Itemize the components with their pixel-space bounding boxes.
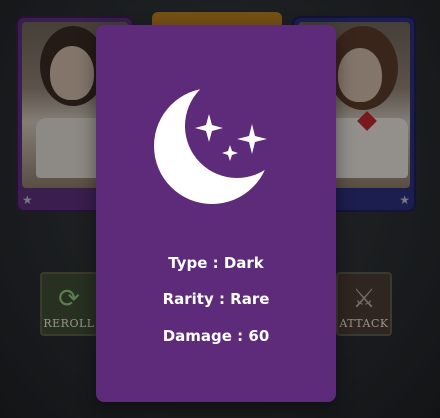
card-detail-popup[interactable]: Type : Dark Rarity : Rare Damage : 60 bbox=[96, 25, 336, 402]
star-icon: ★ bbox=[399, 193, 410, 207]
crossed-swords-icon: ⚔ bbox=[352, 284, 376, 314]
game-board: ★ ★ ⟳ REROLL ⚔ ATTACK Type: Dark Rarity… bbox=[0, 0, 440, 418]
attack-button[interactable]: ⚔ ATTACK bbox=[336, 272, 392, 336]
card-type-text: Type : Dark bbox=[168, 254, 264, 272]
card-damage-text: Damage : 60 bbox=[162, 327, 270, 345]
star-icon: ★ bbox=[22, 193, 33, 207]
reroll-icon: ⟳ bbox=[58, 284, 80, 314]
reroll-button[interactable]: ⟳ REROLL bbox=[40, 272, 98, 336]
card-rarity-text: Rarity : Rare bbox=[162, 290, 270, 308]
reroll-label: REROLL bbox=[43, 317, 95, 330]
attack-label: ATTACK bbox=[339, 317, 389, 330]
moon-stars-icon bbox=[152, 81, 282, 211]
